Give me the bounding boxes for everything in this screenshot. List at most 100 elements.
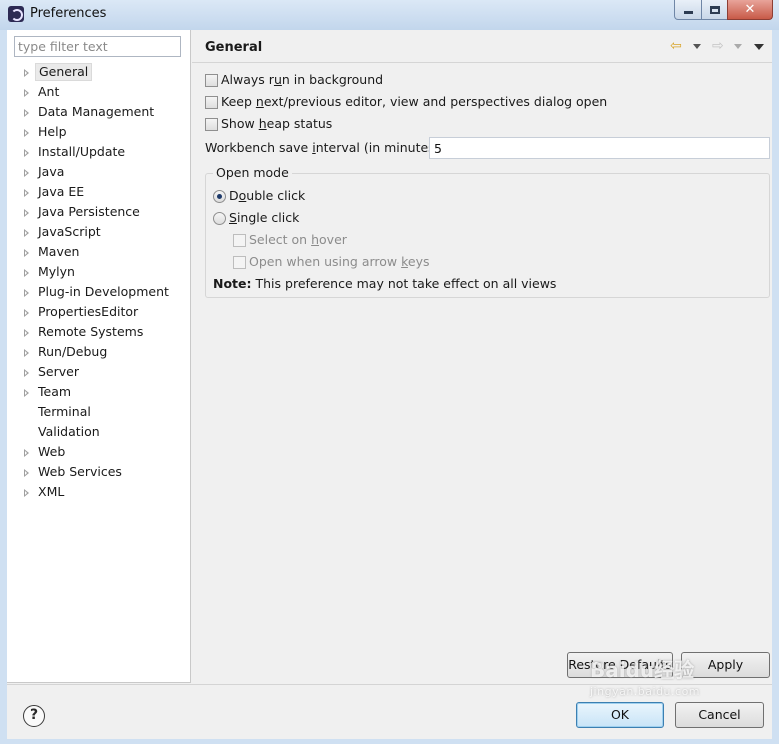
expand-arrow-icon[interactable] [24, 369, 29, 377]
double-click-option[interactable]: Double click [213, 187, 305, 205]
expand-arrow-icon[interactable] [24, 69, 29, 77]
maximize-icon [709, 5, 720, 14]
maximize-button[interactable] [701, 0, 728, 20]
tree-item-label: Terminal [38, 404, 91, 419]
preference-tree-pane: General Ant Data Management Help Install/Upd… [7, 30, 191, 683]
tree-item-web-services[interactable]: Web Services [7, 462, 190, 482]
single-click-radio[interactable] [213, 211, 226, 225]
tree-item-xml[interactable]: XML [7, 482, 190, 502]
always-run-background-checkbox[interactable] [205, 73, 218, 87]
tree-item-terminal[interactable]: Terminal [7, 402, 190, 422]
tree-item-label: Plug-in Development [38, 284, 169, 299]
tree-item-javascript[interactable]: JavaScript [7, 222, 190, 242]
tree-item-java[interactable]: Java [7, 162, 190, 182]
expand-arrow-icon[interactable] [24, 89, 29, 97]
show-heap-label: Show heap status [221, 116, 333, 131]
tree-item-general[interactable]: General [7, 62, 190, 82]
tree-item-label: Java [38, 164, 65, 179]
tree-item-run-debug[interactable]: Run/Debug [7, 342, 190, 362]
show-heap-checkbox[interactable] [205, 117, 218, 131]
double-click-radio[interactable] [213, 189, 226, 203]
apply-button[interactable]: Apply [681, 652, 770, 678]
window-titlebar[interactable]: Preferences ✕ [0, 0, 779, 30]
tree-item-java-ee[interactable]: Java EE [7, 182, 190, 202]
preference-page: General ⇦ ⇨ Always run in background Kee… [192, 30, 772, 683]
always-run-background-option[interactable]: Always run in background [205, 71, 383, 89]
tree-item-remote-systems[interactable]: Remote Systems [7, 322, 190, 342]
tree-item-label: Remote Systems [38, 324, 144, 339]
tree-item-label: Web Services [38, 464, 122, 479]
back-arrow-icon[interactable]: ⇦ [670, 39, 686, 53]
tree-item-mylyn[interactable]: Mylyn [7, 262, 190, 282]
help-icon[interactable]: ? [23, 705, 45, 727]
expand-arrow-icon[interactable] [24, 149, 29, 157]
expand-arrow-icon[interactable] [24, 229, 29, 237]
expand-arrow-icon[interactable] [24, 109, 29, 117]
restore-defaults-button[interactable]: Restore Defaults [567, 652, 673, 678]
keep-next-previous-option[interactable]: Keep next/previous editor, view and pers… [205, 93, 607, 111]
minimize-icon [683, 11, 693, 14]
tree-item-label: JavaScript [38, 224, 101, 239]
page-title: General [205, 40, 263, 55]
save-interval-input[interactable] [429, 137, 770, 159]
close-button[interactable]: ✕ [727, 0, 773, 20]
expand-arrow-icon[interactable] [24, 489, 29, 497]
expand-arrow-icon[interactable] [24, 169, 29, 177]
keep-next-previous-label: Keep next/previous editor, view and pers… [221, 94, 608, 109]
tree-item-label: Java Persistence [38, 204, 140, 219]
expand-arrow-icon[interactable] [24, 469, 29, 477]
expand-arrow-icon[interactable] [24, 389, 29, 397]
tree-item-label: Validation [38, 424, 100, 439]
expand-arrow-icon[interactable] [24, 329, 29, 337]
expand-arrow-icon[interactable] [24, 209, 29, 217]
tree-item-data-management[interactable]: Data Management [7, 102, 190, 122]
ok-button[interactable]: OK [576, 702, 664, 728]
note-text: This preference may not take effect on a… [255, 276, 557, 291]
forward-arrow-icon[interactable]: ⇨ [712, 39, 728, 53]
tree-item-label: Maven [38, 244, 80, 259]
tree-item-label: Server [38, 364, 79, 379]
expand-arrow-icon[interactable] [24, 269, 29, 277]
eclipse-app-icon [8, 6, 24, 22]
tree-item-server[interactable]: Server [7, 362, 190, 382]
expand-arrow-icon[interactable] [24, 189, 29, 197]
select-on-hover-checkbox [233, 233, 246, 247]
tree-item-label: Help [38, 124, 67, 139]
back-history-dropdown-icon[interactable] [693, 44, 701, 49]
expand-arrow-icon[interactable] [24, 129, 29, 137]
tree-item-label: Web [38, 444, 66, 459]
tree-item-maven[interactable]: Maven [7, 242, 190, 262]
expand-arrow-icon[interactable] [24, 289, 29, 297]
keep-next-previous-checkbox[interactable] [205, 95, 218, 109]
expand-arrow-icon[interactable] [24, 349, 29, 357]
tree-item-label: General [35, 63, 93, 81]
tree-item-label: Team [38, 384, 72, 399]
tree-item-team[interactable]: Team [7, 382, 190, 402]
tree-item-label: Install/Update [38, 144, 126, 159]
tree-item-ant[interactable]: Ant [7, 82, 190, 102]
minimize-button[interactable] [674, 0, 702, 20]
dialog-client-area: General Ant Data Management Help Install/Upd… [7, 30, 772, 739]
dialog-button-bar: ? OK Cancel [7, 684, 772, 739]
tree-item-propertieseditor[interactable]: PropertiesEditor [7, 302, 190, 322]
tree-item-install-update[interactable]: Install/Update [7, 142, 190, 162]
tree-item-label: PropertiesEditor [38, 304, 139, 319]
open-mode-group-title: Open mode [213, 165, 292, 181]
tree-item-plug-in-development[interactable]: Plug-in Development [7, 282, 190, 302]
open-mode-note: Note: This preference may not take effec… [213, 275, 556, 293]
tree-item-web[interactable]: Web [7, 442, 190, 462]
expand-arrow-icon[interactable] [24, 449, 29, 457]
filter-input[interactable] [14, 36, 181, 57]
save-interval-label: Workbench save interval (in minutes): [205, 140, 444, 155]
single-click-option[interactable]: Single click [213, 209, 299, 227]
expand-arrow-icon[interactable] [24, 249, 29, 257]
expand-arrow-icon[interactable] [24, 309, 29, 317]
show-heap-option[interactable]: Show heap status [205, 115, 332, 133]
tree-item-java-persistence[interactable]: Java Persistence [7, 202, 190, 222]
forward-history-dropdown-icon[interactable] [734, 44, 742, 49]
view-menu-icon[interactable] [754, 44, 764, 50]
tree-item-help[interactable]: Help [7, 122, 190, 142]
cancel-button[interactable]: Cancel [675, 702, 764, 728]
close-icon: ✕ [744, 2, 756, 17]
tree-item-validation[interactable]: Validation [7, 422, 190, 442]
